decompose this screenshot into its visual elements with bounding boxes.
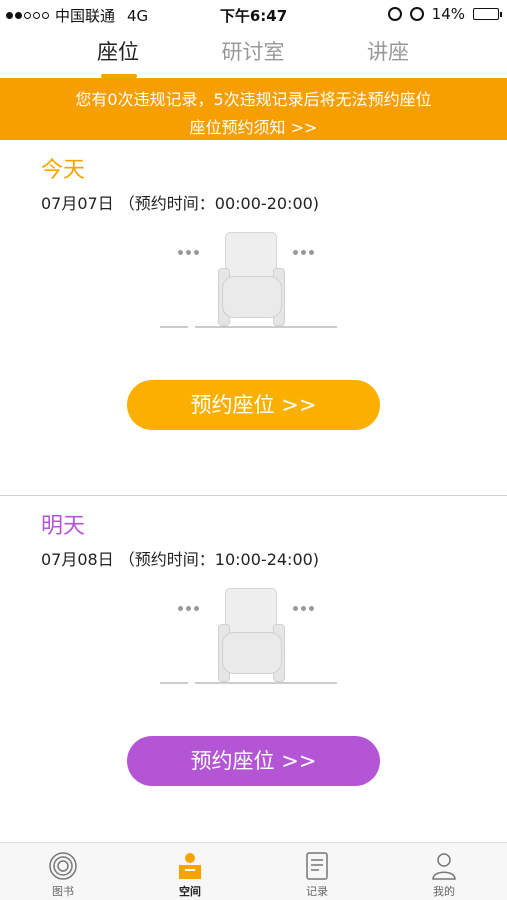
floor-line (160, 326, 188, 328)
chair-seat (222, 632, 282, 674)
day-title: 明天 (41, 514, 86, 539)
tabbar-item-space[interactable]: 空间 (127, 843, 253, 900)
space-icon (179, 853, 201, 879)
chair-seat (222, 276, 282, 318)
floor-line (160, 682, 188, 684)
top-tabs: 座位 研讨室 讲座 (0, 28, 507, 78)
floor-line (195, 682, 337, 684)
tabbar-item-profile[interactable]: 我的 (381, 843, 507, 900)
reservation-rules-link[interactable]: 座位预约须知 >> (0, 114, 507, 138)
library-icon (49, 852, 77, 880)
day-section-today: 今天 07月07日 （预约时间：00:00-20:00) 预约座位 >> (0, 140, 507, 495)
tabbar-label: 空间 (179, 885, 201, 898)
bottom-tab-bar: 图书 空间 记录 我的 (0, 842, 507, 900)
tabbar-label: 我的 (433, 885, 455, 898)
floor-line (195, 326, 337, 328)
profile-icon (432, 853, 456, 880)
ellipsis-icon (293, 606, 314, 611)
status-right: 14% (387, 5, 502, 23)
reservation-time-text: 07月07日 （预约时间：00:00-20:00) (41, 194, 320, 213)
rotation-lock-icon (387, 7, 402, 21)
tab-seat[interactable]: 座位 (58, 36, 178, 66)
seat-illustration (160, 232, 340, 332)
tabbar-item-record[interactable]: 记录 (254, 843, 380, 900)
ellipsis-icon (178, 606, 199, 611)
seat-illustration (160, 588, 340, 688)
violation-notice-text: 您有0次违规记录，5次违规记录后将无法预约座位 (75, 90, 432, 109)
record-icon (306, 852, 328, 880)
tabbar-label: 图书 (52, 885, 74, 898)
reserve-seat-button-today[interactable]: 预约座位 >> (127, 380, 380, 430)
tab-lecture[interactable]: 讲座 (328, 36, 448, 66)
ellipsis-icon (293, 250, 314, 255)
tab-seminar-room[interactable]: 研讨室 (193, 36, 313, 66)
battery-icon (473, 8, 502, 20)
violation-notice-banner: 您有0次违规记录，5次违规记录后将无法预约座位 座位预约须知 >> (0, 78, 507, 140)
reservation-time-text: 07月08日 （预约时间：10:00-24:00) (41, 550, 320, 569)
reserve-seat-button-tomorrow[interactable]: 预约座位 >> (127, 736, 380, 786)
day-section-tomorrow: 明天 07月08日 （预约时间：10:00-24:00) 预约座位 >> (0, 496, 507, 841)
tabbar-label: 记录 (306, 885, 328, 898)
status-bar: 中国联通 4G 下午6:47 14% (0, 0, 507, 28)
battery-percent: 14% (431, 5, 465, 23)
alarm-icon (409, 7, 424, 21)
day-title: 今天 (41, 158, 86, 183)
tabbar-item-library[interactable]: 图书 (0, 843, 126, 900)
ellipsis-icon (178, 250, 199, 255)
